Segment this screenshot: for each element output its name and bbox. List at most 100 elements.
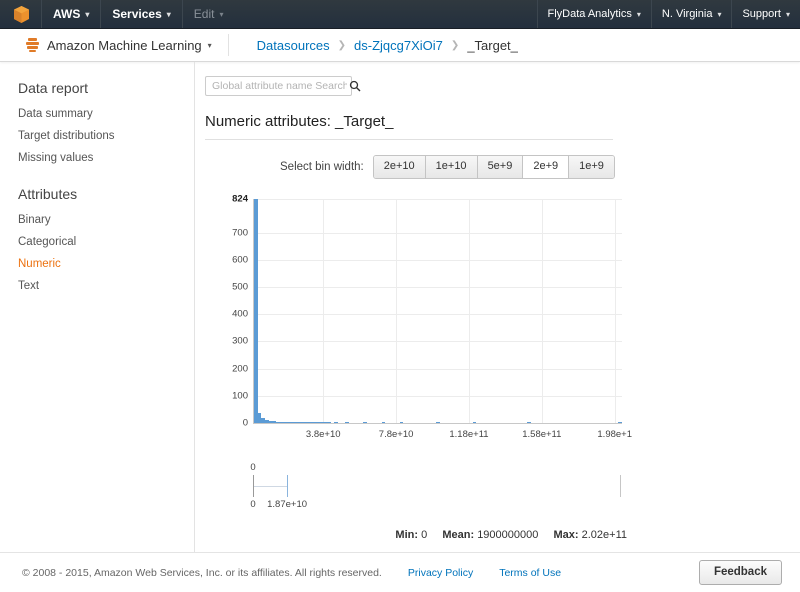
chevron-down-icon: ▾: [85, 9, 90, 19]
x-axis-tick-label: 7.8e+10: [378, 429, 414, 440]
histogram-bar: [436, 422, 440, 423]
x-axis-tick-label: 3.8e+10: [305, 429, 341, 440]
sidebar: Data report Data summary Target distribu…: [0, 62, 195, 554]
global-attribute-search[interactable]: [205, 76, 361, 96]
nav-item-edit-label: Edit: [193, 7, 215, 21]
histogram-chart: 824 700 600 500 400 300 200 100 0 3.8e+10 7.8e+10 1…: [213, 191, 633, 443]
sidebar-item-missing-values[interactable]: Missing values: [0, 147, 194, 169]
aws-cube-icon-glyph: [14, 5, 29, 23]
stat-mean-value: 1900000000: [477, 529, 539, 541]
breadcrumb-item-datasources[interactable]: Datasources: [257, 38, 330, 53]
search-icon[interactable]: [349, 80, 361, 92]
x-axis-tick-label: 1.58e+11: [522, 429, 562, 440]
sidebar-group-title-attributes: Attributes: [18, 186, 78, 202]
sidebar-item-data-summary[interactable]: Data summary: [0, 103, 194, 125]
histogram-plot-area: 824 700 600 500 400 300 200 100 0 3.8e+10 7.8e+10 1…: [232, 194, 632, 441]
breadcrumb-separator-icon: ❯: [337, 39, 347, 51]
feedback-button[interactable]: Feedback: [698, 560, 782, 585]
bin-width-option-2e10[interactable]: 2e+10: [373, 156, 426, 178]
bin-width-option-1e10[interactable]: 1e+10: [425, 156, 478, 178]
histogram-bar: [345, 422, 349, 423]
nav-item-aws[interactable]: AWS ▾: [41, 0, 100, 28]
gridline-vertical: [396, 199, 398, 423]
gridline-vertical: [541, 199, 543, 423]
nav-item-account-label: FlyData Analytics: [547, 8, 632, 20]
nav-item-account[interactable]: FlyData Analytics ▾: [536, 0, 651, 28]
boxplot-label-median: 1.87e+10: [267, 499, 308, 510]
y-axis-tick-label: 100: [232, 390, 248, 402]
nav-item-support-label: Support: [742, 8, 781, 20]
y-axis-tick-label: 500: [232, 281, 248, 293]
chevron-down-icon: ▾: [219, 9, 224, 19]
aws-cube-icon[interactable]: [0, 0, 41, 28]
service-breadcrumb-bar: Amazon Machine Learning ▾ Datasources ❯ …: [0, 29, 800, 62]
gridline-horizontal: [254, 287, 622, 289]
sidebar-group-title-data-report: Data report: [18, 80, 89, 96]
boxplot-whisker-line: [253, 486, 288, 487]
gridline-horizontal: [254, 341, 622, 343]
sidebar-item-binary[interactable]: Binary: [0, 209, 194, 231]
footer-link-terms-of-use[interactable]: Terms of Use: [499, 567, 561, 579]
page-footer: © 2008 - 2015, Amazon Web Services, Inc.…: [0, 552, 800, 592]
stat-min-value: 0: [421, 529, 428, 541]
gridline-horizontal: [254, 259, 622, 261]
histogram-bar: [472, 422, 477, 423]
nav-item-region[interactable]: N. Virginia ▾: [650, 0, 732, 28]
footer-link-privacy-policy[interactable]: Privacy Policy: [408, 567, 473, 579]
sidebar-item-numeric[interactable]: Numeric: [0, 253, 194, 275]
stat-max-key: Max:: [553, 529, 579, 541]
nav-item-services[interactable]: Services ▾: [100, 0, 181, 28]
bin-width-option-2e9[interactable]: 2e+9: [523, 156, 570, 178]
histogram-bar: [363, 422, 367, 423]
stat-min-key: Min:: [395, 529, 419, 541]
chevron-down-icon: ▾: [166, 9, 171, 19]
nav-item-services-label: Services: [112, 7, 162, 21]
stat-max-value: 2.02e+11: [581, 529, 627, 541]
gridline-horizontal: [254, 368, 622, 370]
main-content: Numeric attributes: _Target_ Select bin …: [195, 62, 800, 554]
x-axis-tick-label: 1.18e+11: [449, 429, 489, 440]
y-axis-tick-label: 200: [232, 363, 248, 375]
breadcrumb-item-current: _Target_: [467, 37, 518, 53]
histogram-bar: [254, 199, 258, 423]
boxplot-label-top: 0: [250, 462, 256, 473]
histogram-bar: [527, 422, 531, 423]
bin-width-option-1e9[interactable]: 1e+9: [569, 156, 614, 178]
aws-nav-right-group: FlyData Analytics ▾ N. Virginia ▾ Suppor…: [536, 0, 800, 28]
y-axis-tick-label: 300: [232, 335, 248, 347]
breadcrumb-item-datasource-id[interactable]: ds-Zjqcg7XiOi7: [354, 38, 443, 53]
search-input[interactable]: [212, 80, 347, 92]
gridline-horizontal: [254, 199, 622, 200]
stat-mean-key: Mean:: [442, 529, 475, 541]
boxplot-min-tick: [253, 475, 254, 497]
search-icon-glyph: [349, 80, 361, 92]
bin-width-option-5e9[interactable]: 5e+9: [477, 156, 524, 178]
gridline-horizontal: [254, 395, 622, 397]
bin-width-selector-row: Select bin width: 2e+10 1e+10 5e+9 2e+9 …: [205, 155, 800, 179]
y-axis-tick-label: 0: [242, 417, 248, 429]
y-axis-tick-label: 400: [232, 308, 248, 320]
boxplot-max-tick: [620, 475, 621, 497]
gridline-vertical: [323, 199, 325, 423]
amazon-machine-learning-icon: [26, 38, 39, 52]
y-axis-tick-label: 824: [232, 193, 248, 205]
chevron-down-icon: ▾: [785, 9, 790, 19]
chevron-down-icon: ▾: [636, 9, 641, 19]
boxplot-median-tick: [287, 475, 289, 497]
y-axis-tick-label: 600: [232, 254, 248, 266]
summary-statistics: Min: 0 Mean: 1900000000 Max: 2.02e+11: [213, 529, 633, 541]
breadcrumb: Datasources ❯ ds-Zjqcg7XiOi7 ❯ _Target_: [257, 38, 518, 53]
boxplot-label-min: 0: [250, 499, 256, 510]
sidebar-item-text[interactable]: Text: [0, 275, 194, 297]
gridline-vertical: [614, 199, 616, 423]
nav-item-edit[interactable]: Edit ▾: [181, 0, 235, 28]
chevron-down-icon: ▾: [717, 9, 722, 19]
histogram-bar: [399, 422, 404, 423]
sidebar-item-target-distributions[interactable]: Target distributions: [0, 125, 194, 147]
y-axis-tick-label: 700: [232, 227, 248, 239]
sidebar-item-categorical[interactable]: Categorical: [0, 231, 194, 253]
service-name-menu[interactable]: Amazon Machine Learning ▾: [26, 34, 229, 56]
nav-item-support[interactable]: Support ▾: [731, 0, 800, 28]
boxplot-chart: 0 0 1.87e+10: [213, 457, 633, 517]
